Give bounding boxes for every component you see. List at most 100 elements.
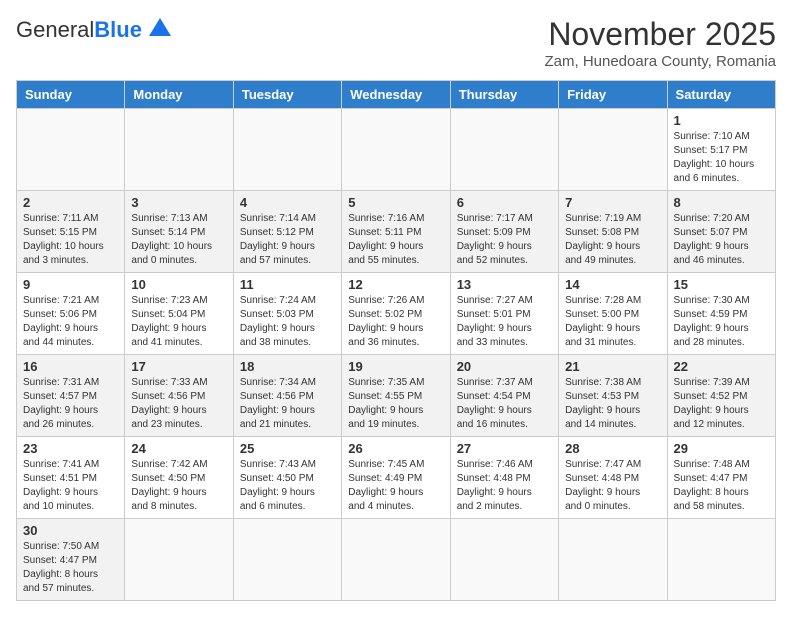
- day-number: 9: [23, 277, 118, 292]
- day-info: Sunrise: 7:20 AM Sunset: 5:07 PM Dayligh…: [674, 212, 769, 268]
- day-number: 18: [240, 359, 335, 374]
- page-header: GeneralBlue November 2025 Zam, Hunedoara…: [16, 16, 776, 70]
- calendar-week-row: 23 Sunrise: 7:41 AM Sunset: 4:51 PM Dayli…: [17, 437, 776, 519]
- calendar-cell: 14 Sunrise: 7:28 AM Sunset: 5:00 PM Dayli…: [559, 273, 667, 355]
- calendar-cell: 9 Sunrise: 7:21 AM Sunset: 5:06 PM Daylig…: [17, 273, 125, 355]
- day-info: Sunrise: 7:16 AM Sunset: 5:11 PM Dayligh…: [348, 212, 443, 268]
- calendar-cell: 16Sunrise: 7:31 AM Sunset: 4:57 PM Dayli…: [17, 355, 125, 437]
- day-header-friday: Friday: [559, 81, 667, 109]
- month-title: November 2025: [544, 16, 776, 53]
- calendar-cell: 1 Sunrise: 7:10 AM Sunset: 5:17 PM Daylig…: [667, 109, 775, 191]
- day-number: 14: [565, 277, 660, 292]
- calendar-cell: 24 Sunrise: 7:42 AM Sunset: 4:50 PM Dayli…: [125, 437, 233, 519]
- calendar-cell: 5 Sunrise: 7:16 AM Sunset: 5:11 PM Daylig…: [342, 191, 450, 273]
- calendar-cell: 3Sunrise: 7:13 AM Sunset: 5:14 PM Daylig…: [125, 191, 233, 273]
- day-info: Sunrise: 7:39 AM Sunset: 4:52 PM Dayligh…: [674, 376, 769, 432]
- day-number: 11: [240, 277, 335, 292]
- day-info: Sunrise: 7:14 AM Sunset: 5:12 PM Dayligh…: [240, 212, 335, 268]
- calendar-cell: [17, 109, 125, 191]
- day-number: 27: [457, 441, 552, 456]
- day-info: Sunrise: 7:34 AM Sunset: 4:56 PM Dayligh…: [240, 376, 335, 432]
- day-info: Sunrise: 7:24 AM Sunset: 5:03 PM Dayligh…: [240, 294, 335, 350]
- calendar-cell: [125, 109, 233, 191]
- day-number: 7: [565, 195, 660, 210]
- calendar-cell: 15 Sunrise: 7:30 AM Sunset: 4:59 PM Dayli…: [667, 273, 775, 355]
- day-info: Sunrise: 7:50 AM Sunset: 4:47 PM Dayligh…: [23, 540, 118, 596]
- calendar-cell: 8Sunrise: 7:20 AM Sunset: 5:07 PM Daylig…: [667, 191, 775, 273]
- day-number: 23: [23, 441, 118, 456]
- day-info: Sunrise: 7:47 AM Sunset: 4:48 PM Dayligh…: [565, 458, 660, 514]
- day-number: 12: [348, 277, 443, 292]
- day-info: Sunrise: 7:35 AM Sunset: 4:55 PM Dayligh…: [348, 376, 443, 432]
- calendar-cell: 2 Sunrise: 7:11 AM Sunset: 5:15 PM Daylig…: [17, 191, 125, 273]
- calendar-week-row: 1 Sunrise: 7:10 AM Sunset: 5:17 PM Daylig…: [17, 109, 776, 191]
- day-number: 15: [674, 277, 769, 292]
- day-number: 30: [23, 523, 118, 538]
- calendar-header-row: SundayMondayTuesdayWednesdayThursdayFrid…: [17, 81, 776, 109]
- calendar-cell: 23 Sunrise: 7:41 AM Sunset: 4:51 PM Dayli…: [17, 437, 125, 519]
- day-number: 4: [240, 195, 335, 210]
- calendar-cell: [559, 519, 667, 601]
- day-info: Sunrise: 7:23 AM Sunset: 5:04 PM Dayligh…: [131, 294, 226, 350]
- calendar-cell: [342, 109, 450, 191]
- day-number: 10: [131, 277, 226, 292]
- day-number: 24: [131, 441, 226, 456]
- day-number: 5: [348, 195, 443, 210]
- calendar-cell: 20 Sunrise: 7:37 AM Sunset: 4:54 PM Dayli…: [450, 355, 558, 437]
- logo-area: GeneralBlue: [16, 16, 171, 43]
- day-number: 16: [23, 359, 118, 374]
- calendar-cell: [125, 519, 233, 601]
- day-info: Sunrise: 7:41 AM Sunset: 4:51 PM Dayligh…: [23, 458, 118, 514]
- day-number: 29: [674, 441, 769, 456]
- calendar-cell: 19 Sunrise: 7:35 AM Sunset: 4:55 PM Dayli…: [342, 355, 450, 437]
- calendar-cell: 12 Sunrise: 7:26 AM Sunset: 5:02 PM Dayli…: [342, 273, 450, 355]
- day-info: Sunrise: 7:42 AM Sunset: 4:50 PM Dayligh…: [131, 458, 226, 514]
- calendar-week-row: 30 Sunrise: 7:50 AM Sunset: 4:47 PM Dayli…: [17, 519, 776, 601]
- day-info: Sunrise: 7:38 AM Sunset: 4:53 PM Dayligh…: [565, 376, 660, 432]
- day-number: 1: [674, 113, 769, 128]
- calendar-cell: 17 Sunrise: 7:33 AM Sunset: 4:56 PM Dayli…: [125, 355, 233, 437]
- calendar-cell: 28 Sunrise: 7:47 AM Sunset: 4:48 PM Dayli…: [559, 437, 667, 519]
- day-info: Sunrise: 7:33 AM Sunset: 4:56 PM Dayligh…: [131, 376, 226, 432]
- day-number: 21: [565, 359, 660, 374]
- day-number: 25: [240, 441, 335, 456]
- calendar-cell: [450, 519, 558, 601]
- day-info: Sunrise: 7:28 AM Sunset: 5:00 PM Dayligh…: [565, 294, 660, 350]
- calendar-cell: 11 Sunrise: 7:24 AM Sunset: 5:03 PM Dayli…: [233, 273, 341, 355]
- day-info: Sunrise: 7:26 AM Sunset: 5:02 PM Dayligh…: [348, 294, 443, 350]
- day-info: Sunrise: 7:17 AM Sunset: 5:09 PM Dayligh…: [457, 212, 552, 268]
- calendar-cell: [450, 109, 558, 191]
- logo-text: GeneralBlue: [16, 17, 142, 43]
- day-header-thursday: Thursday: [450, 81, 558, 109]
- day-number: 28: [565, 441, 660, 456]
- day-info: Sunrise: 7:19 AM Sunset: 5:08 PM Dayligh…: [565, 212, 660, 268]
- day-number: 13: [457, 277, 552, 292]
- day-info: Sunrise: 7:21 AM Sunset: 5:06 PM Dayligh…: [23, 294, 118, 350]
- calendar-week-row: 16Sunrise: 7:31 AM Sunset: 4:57 PM Dayli…: [17, 355, 776, 437]
- calendar-week-row: 2 Sunrise: 7:11 AM Sunset: 5:15 PM Daylig…: [17, 191, 776, 273]
- general-text: General: [16, 17, 94, 42]
- day-number: 20: [457, 359, 552, 374]
- day-number: 2: [23, 195, 118, 210]
- day-number: 6: [457, 195, 552, 210]
- day-number: 17: [131, 359, 226, 374]
- calendar-cell: 6 Sunrise: 7:17 AM Sunset: 5:09 PM Daylig…: [450, 191, 558, 273]
- calendar-week-row: 9 Sunrise: 7:21 AM Sunset: 5:06 PM Daylig…: [17, 273, 776, 355]
- day-header-tuesday: Tuesday: [233, 81, 341, 109]
- calendar-cell: 18 Sunrise: 7:34 AM Sunset: 4:56 PM Dayli…: [233, 355, 341, 437]
- day-info: Sunrise: 7:11 AM Sunset: 5:15 PM Dayligh…: [23, 212, 118, 268]
- day-header-wednesday: Wednesday: [342, 81, 450, 109]
- blue-text: Blue: [94, 17, 142, 42]
- calendar-cell: 7 Sunrise: 7:19 AM Sunset: 5:08 PM Daylig…: [559, 191, 667, 273]
- day-number: 26: [348, 441, 443, 456]
- day-number: 19: [348, 359, 443, 374]
- day-info: Sunrise: 7:43 AM Sunset: 4:50 PM Dayligh…: [240, 458, 335, 514]
- day-info: Sunrise: 7:30 AM Sunset: 4:59 PM Dayligh…: [674, 294, 769, 350]
- day-info: Sunrise: 7:10 AM Sunset: 5:17 PM Dayligh…: [674, 130, 769, 186]
- calendar-cell: [667, 519, 775, 601]
- day-info: Sunrise: 7:45 AM Sunset: 4:49 PM Dayligh…: [348, 458, 443, 514]
- calendar-cell: [233, 519, 341, 601]
- day-info: Sunrise: 7:37 AM Sunset: 4:54 PM Dayligh…: [457, 376, 552, 432]
- day-info: Sunrise: 7:27 AM Sunset: 5:01 PM Dayligh…: [457, 294, 552, 350]
- calendar-cell: [342, 519, 450, 601]
